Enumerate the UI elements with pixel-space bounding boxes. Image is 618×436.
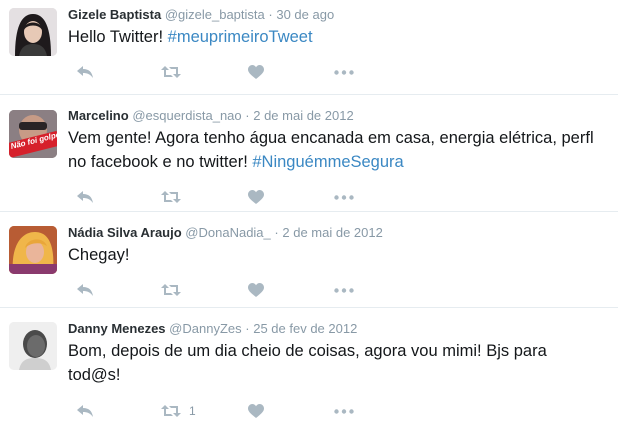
separator-dot: · — [274, 225, 279, 240]
reply-button[interactable] — [76, 64, 94, 80]
retweet-icon — [161, 284, 181, 296]
retweet-button[interactable] — [161, 282, 189, 298]
more-dots-icon — [334, 287, 354, 293]
retweet-button[interactable] — [161, 64, 189, 80]
tweet-timestamp[interactable]: 25 de fev de 2012 — [253, 321, 357, 336]
retweet-button[interactable] — [161, 189, 189, 205]
tweet-timestamp[interactable]: 2 de mai de 2012 — [253, 108, 353, 123]
tweet-body: Chegay! — [68, 246, 130, 264]
retweet-icon — [161, 191, 181, 203]
tweet-timestamp[interactable]: 2 de mai de 2012 — [282, 225, 382, 240]
retweet-icon — [161, 66, 181, 78]
more-button[interactable] — [334, 282, 354, 298]
tweet-timestamp[interactable]: 30 de ago — [276, 7, 334, 22]
author-name[interactable]: Marcelino — [68, 108, 129, 123]
reply-button[interactable] — [76, 403, 94, 419]
like-button[interactable] — [248, 64, 264, 80]
tweet-header: Marcelino @esquerdista_nao · 2 de mai de… — [68, 108, 612, 124]
tweet-item[interactable]: Não foi golpe Marcelino @esquerdista_nao… — [0, 95, 618, 212]
retweet-icon — [161, 405, 181, 417]
more-dots-icon — [334, 194, 354, 200]
author-name[interactable]: Danny Menezes — [68, 321, 166, 336]
tweet-text: Vem gente! Agora tenho água encanada em … — [68, 126, 612, 174]
tweet-header: Nádia Silva Araujo @DonaNadia_ · 2 de ma… — [68, 225, 612, 241]
hashtag-link[interactable]: #meuprimeiroTweet — [168, 28, 313, 46]
author-name[interactable]: Nádia Silva Araujo — [68, 225, 182, 240]
tweet-body: Bom, depois de um dia cheio de coisas, a… — [68, 342, 547, 384]
reply-icon — [77, 66, 93, 78]
like-button[interactable] — [248, 403, 264, 419]
retweet-button[interactable]: 1 — [161, 403, 196, 419]
author-handle[interactable]: @DonaNadia_ — [185, 225, 270, 240]
tweet-header: Gizele Baptista @gizele_baptista · 30 de… — [68, 7, 612, 23]
separator-dot: · — [245, 321, 250, 336]
reply-button[interactable] — [76, 282, 94, 298]
more-dots-icon — [334, 408, 354, 414]
tweet-feed: Gizele Baptista @gizele_baptista · 30 de… — [0, 0, 618, 436]
retweet-count: 1 — [189, 404, 196, 418]
heart-icon — [248, 189, 264, 204]
author-name[interactable]: Gizele Baptista — [68, 7, 161, 22]
tweet-text: Chegay! — [68, 243, 612, 267]
heart-icon — [248, 64, 264, 79]
author-handle[interactable]: @gizele_baptista — [165, 7, 265, 22]
avatar[interactable] — [9, 226, 57, 274]
tweet-item[interactable]: Danny Menezes @DannyZes · 25 de fev de 2… — [0, 308, 618, 436]
separator-dot: · — [245, 108, 250, 123]
like-button[interactable] — [248, 189, 264, 205]
tweet-header: Danny Menezes @DannyZes · 25 de fev de 2… — [68, 321, 612, 337]
avatar[interactable]: Não foi golpe — [9, 110, 57, 158]
more-button[interactable] — [334, 403, 354, 419]
avatar[interactable] — [9, 322, 57, 370]
reply-icon — [77, 405, 93, 417]
tweet-text: Bom, depois de um dia cheio de coisas, a… — [68, 339, 612, 387]
heart-icon — [248, 282, 264, 297]
avatar[interactable] — [9, 8, 57, 56]
heart-icon — [248, 403, 264, 418]
separator-dot: · — [268, 7, 273, 22]
tweet-item[interactable]: Nádia Silva Araujo @DonaNadia_ · 2 de ma… — [0, 212, 618, 308]
tweet-text: Hello Twitter! #meuprimeiroTweet — [68, 25, 612, 49]
like-button[interactable] — [248, 282, 264, 298]
reply-icon — [77, 284, 93, 296]
reply-icon — [77, 191, 93, 203]
tweet-body: Hello Twitter! — [68, 28, 168, 46]
more-dots-icon — [334, 69, 354, 75]
more-button[interactable] — [334, 64, 354, 80]
hashtag-link[interactable]: #NinguémmeSegura — [252, 153, 403, 171]
more-button[interactable] — [334, 189, 354, 205]
tweet-item[interactable]: Gizele Baptista @gizele_baptista · 30 de… — [0, 0, 618, 95]
author-handle[interactable]: @DannyZes — [169, 321, 241, 336]
reply-button[interactable] — [76, 189, 94, 205]
author-handle[interactable]: @esquerdista_nao — [132, 108, 241, 123]
